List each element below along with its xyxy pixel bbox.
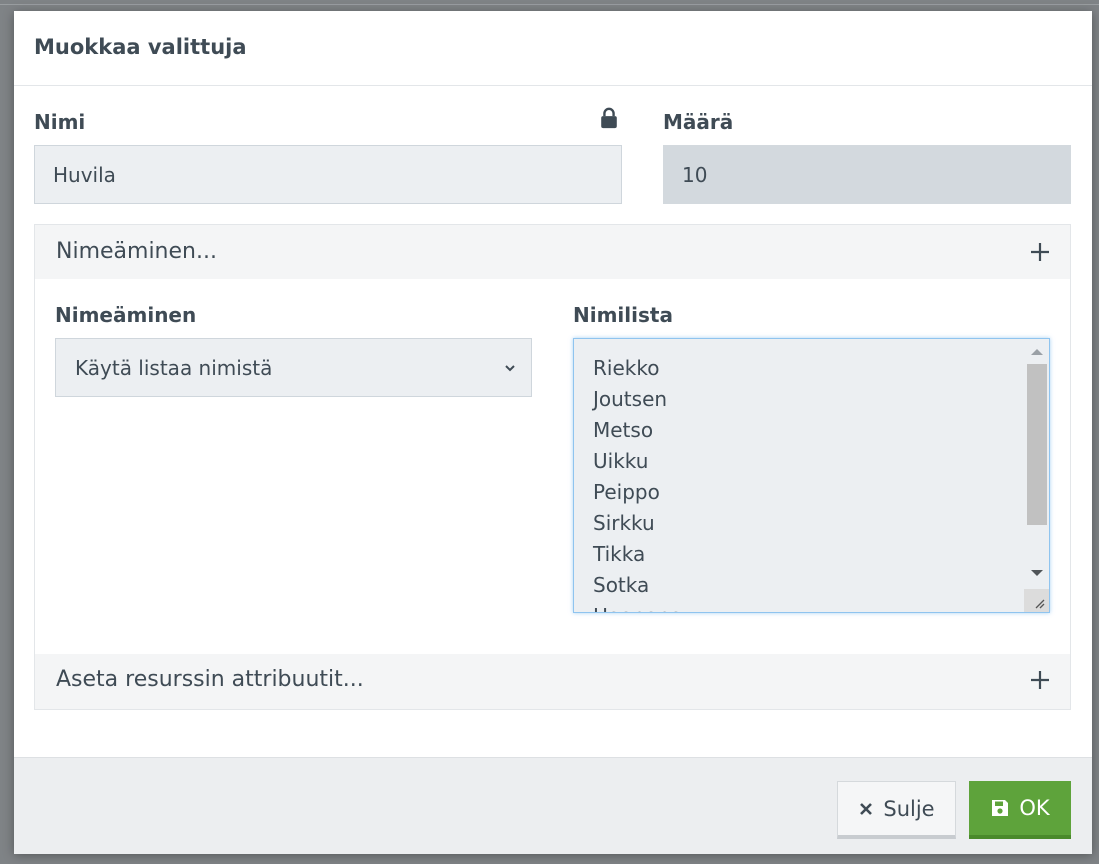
list-item: Joutsen (593, 387, 668, 411)
naming-select-value: Käytä listaa nimistä (75, 355, 273, 380)
namelist-label: Nimilista (573, 303, 673, 327)
namelist-textarea[interactable]: Riekko Joutsen Metso Uikku Peippo Sirkku… (573, 338, 1050, 613)
count-input-value: 10 (682, 162, 708, 187)
plus-icon[interactable] (1030, 242, 1050, 262)
list-item: Peippo (593, 480, 660, 504)
naming-select[interactable]: Käytä listaa nimistä (55, 338, 532, 397)
x-icon (860, 802, 873, 815)
name-label: Nimi (34, 110, 86, 134)
scrollbar-thumb[interactable] (1027, 364, 1047, 525)
dialog-footer: Sulje OK (14, 757, 1092, 854)
resize-lines-icon (1035, 599, 1045, 609)
dialog-title: Muokkaa valittuja (34, 35, 247, 59)
count-label: Määrä (663, 110, 734, 134)
naming-section-title: Nimeäminen... (56, 239, 217, 264)
scroll-up-arrow-icon[interactable] (1031, 349, 1043, 355)
plus-icon[interactable] (1030, 670, 1050, 690)
list-item: Tikka (593, 542, 646, 566)
dialog-header: Muokkaa valittuja (14, 11, 1092, 86)
list-item: Sirkku (593, 511, 655, 535)
attributes-section-header[interactable]: Aseta resurssin attribuutit... (34, 654, 1071, 710)
close-button-label: Sulje (883, 796, 935, 821)
floppy-disk-icon (992, 800, 1009, 816)
naming-section-header[interactable]: Nimeäminen... (34, 224, 1071, 280)
list-item: Riekko (593, 356, 660, 380)
background-divider (0, 4, 1099, 5)
name-input-value: Huvila (53, 162, 116, 187)
lock-icon (601, 107, 617, 129)
list-item: Uikku (593, 449, 649, 473)
list-item: Sotka (593, 573, 650, 597)
count-input: 10 (663, 145, 1071, 204)
list-item: Haapana (593, 601, 682, 612)
edit-selected-dialog: Muokkaa valittuja Nimi Huvila Määrä 10 N… (14, 11, 1092, 854)
namelist-scrollbar[interactable] (1024, 339, 1049, 612)
resize-grip-icon[interactable] (1024, 589, 1049, 612)
close-button[interactable]: Sulje (837, 781, 956, 839)
namelist-items: Riekko Joutsen Metso Uikku Peippo Sirkku… (593, 353, 682, 612)
ok-button-label: OK (1019, 796, 1050, 820)
attributes-section-title: Aseta resurssin attribuutit... (56, 667, 364, 692)
ok-button[interactable]: OK (969, 781, 1071, 839)
chevron-down-icon (505, 365, 515, 372)
name-input[interactable]: Huvila (34, 145, 622, 204)
list-item: Metso (593, 418, 654, 442)
naming-label: Nimeäminen (55, 303, 197, 327)
scroll-down-arrow-icon[interactable] (1031, 570, 1043, 576)
